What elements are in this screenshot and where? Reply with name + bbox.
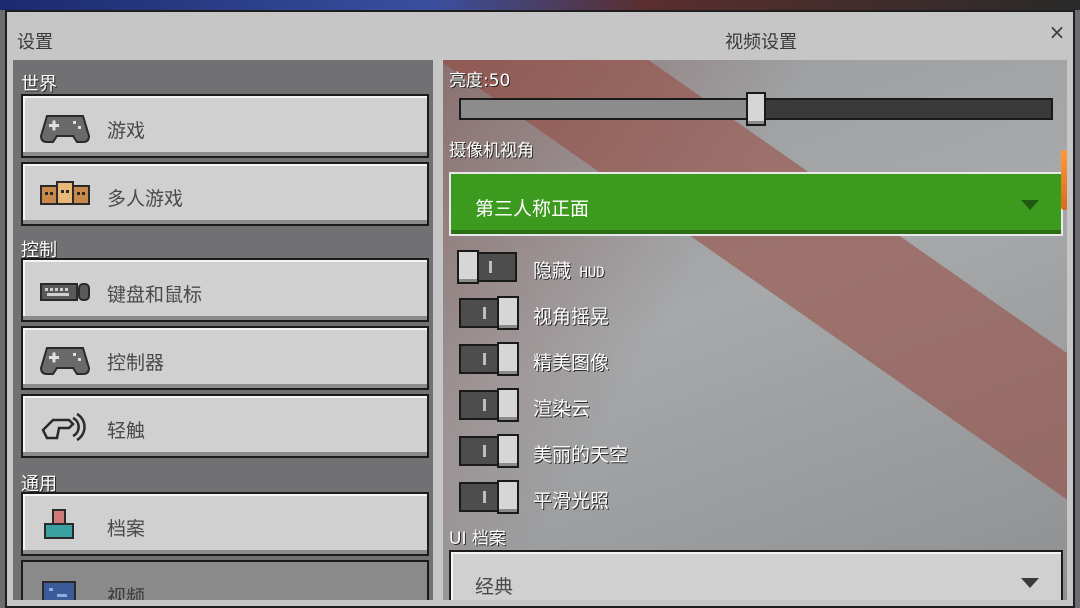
gamepad-icon [39,115,91,143]
toggle-label: 平滑光照 [533,490,610,512]
toggle-row-fancy-graphics: 精美图像 [449,340,1049,376]
sidebar-item-label: 键盘和鼠标 [107,284,203,306]
ui-profile-dropdown[interactable]: 经典 [449,550,1063,600]
toggle-row-hide-hud: 隐藏 HUD [449,248,1049,284]
beautiful-skies-toggle[interactable] [459,434,519,468]
settings-window: 设置 视频设置 × 世界 游戏 多人游戏 控制 键盘和鼠标 控制器 轻触 通用 … [5,10,1075,608]
game-background-strip [0,0,1080,10]
brightness-slider-fill [461,100,756,118]
video-settings-panel: 亮度:50 摄像机视角 第三人称正面 隐藏 HUD 视角摇晃 精美图像 渲染云 [443,60,1067,600]
view-bobbing-toggle[interactable] [459,296,519,330]
sidebar-item-label: 游戏 [107,120,146,142]
toggle-label: 视角摇晃 [533,306,610,328]
page-title: 视频设置 [725,32,797,53]
scroll-edge-indicator [1061,150,1067,210]
toggle-row-view-bobbing: 视角摇晃 [449,294,1049,330]
sidebar-item-game[interactable]: 游戏 [21,94,429,158]
keyboard-mouse-icon [40,283,90,301]
sidebar-item-label: 控制器 [107,352,165,374]
panel-divider [433,60,443,600]
players-icon [40,181,90,205]
chevron-down-icon [1021,578,1039,588]
chevron-down-icon [1021,200,1039,210]
sidebar-item-label: 档案 [107,518,146,540]
render-clouds-toggle[interactable] [459,388,519,422]
profile-icon [44,509,74,539]
ui-profile-label: UI 档案 [449,529,506,549]
sidebar-item-label: 视频 [107,586,146,600]
sidebar-item-video[interactable]: 视频 [21,560,429,600]
sidebar-item-touch[interactable]: 轻触 [21,394,429,458]
brightness-slider-thumb[interactable] [746,92,766,126]
video-icon [42,581,76,600]
toggle-label: 美丽的天空 [533,444,629,466]
touch-icon [41,412,86,442]
brightness-label: 亮度:50 [449,71,511,91]
toggle-row-render-clouds: 渲染云 [449,386,1049,422]
sidebar-item-label: 轻触 [107,420,146,442]
sidebar-item-profile[interactable]: 档案 [21,492,429,556]
sidebar-item-label: 多人游戏 [107,188,184,210]
ui-profile-value: 经典 [475,576,514,598]
title-bar: 设置 视频设置 × [7,12,1073,60]
controller-icon [39,347,91,375]
sidebar-item-multiplayer[interactable]: 多人游戏 [21,162,429,226]
camera-label: 摄像机视角 [449,141,534,161]
brightness-slider[interactable] [459,92,1053,126]
camera-perspective-value: 第三人称正面 [475,198,590,220]
toggle-label: 渲染云 [533,398,591,420]
close-icon[interactable]: × [1045,20,1069,44]
sidebar: 世界 游戏 多人游戏 控制 键盘和鼠标 控制器 轻触 通用 档案 视频 [13,60,433,600]
smooth-lighting-toggle[interactable] [459,480,519,514]
sidebar-item-controller[interactable]: 控制器 [21,326,429,390]
toggle-label: 精美图像 [533,352,610,374]
camera-perspective-dropdown[interactable]: 第三人称正面 [449,172,1063,236]
hide-hud-toggle[interactable] [457,250,517,284]
fancy-graphics-toggle[interactable] [459,342,519,376]
toggle-row-smooth-lighting: 平滑光照 [449,478,1049,514]
settings-title: 设置 [17,32,53,53]
toggle-label: 隐藏 HUD [533,260,605,282]
toggle-row-beautiful-skies: 美丽的天空 [449,432,1049,468]
section-label-world: 世界 [21,74,57,95]
sidebar-item-keyboard-mouse[interactable]: 键盘和鼠标 [21,258,429,322]
